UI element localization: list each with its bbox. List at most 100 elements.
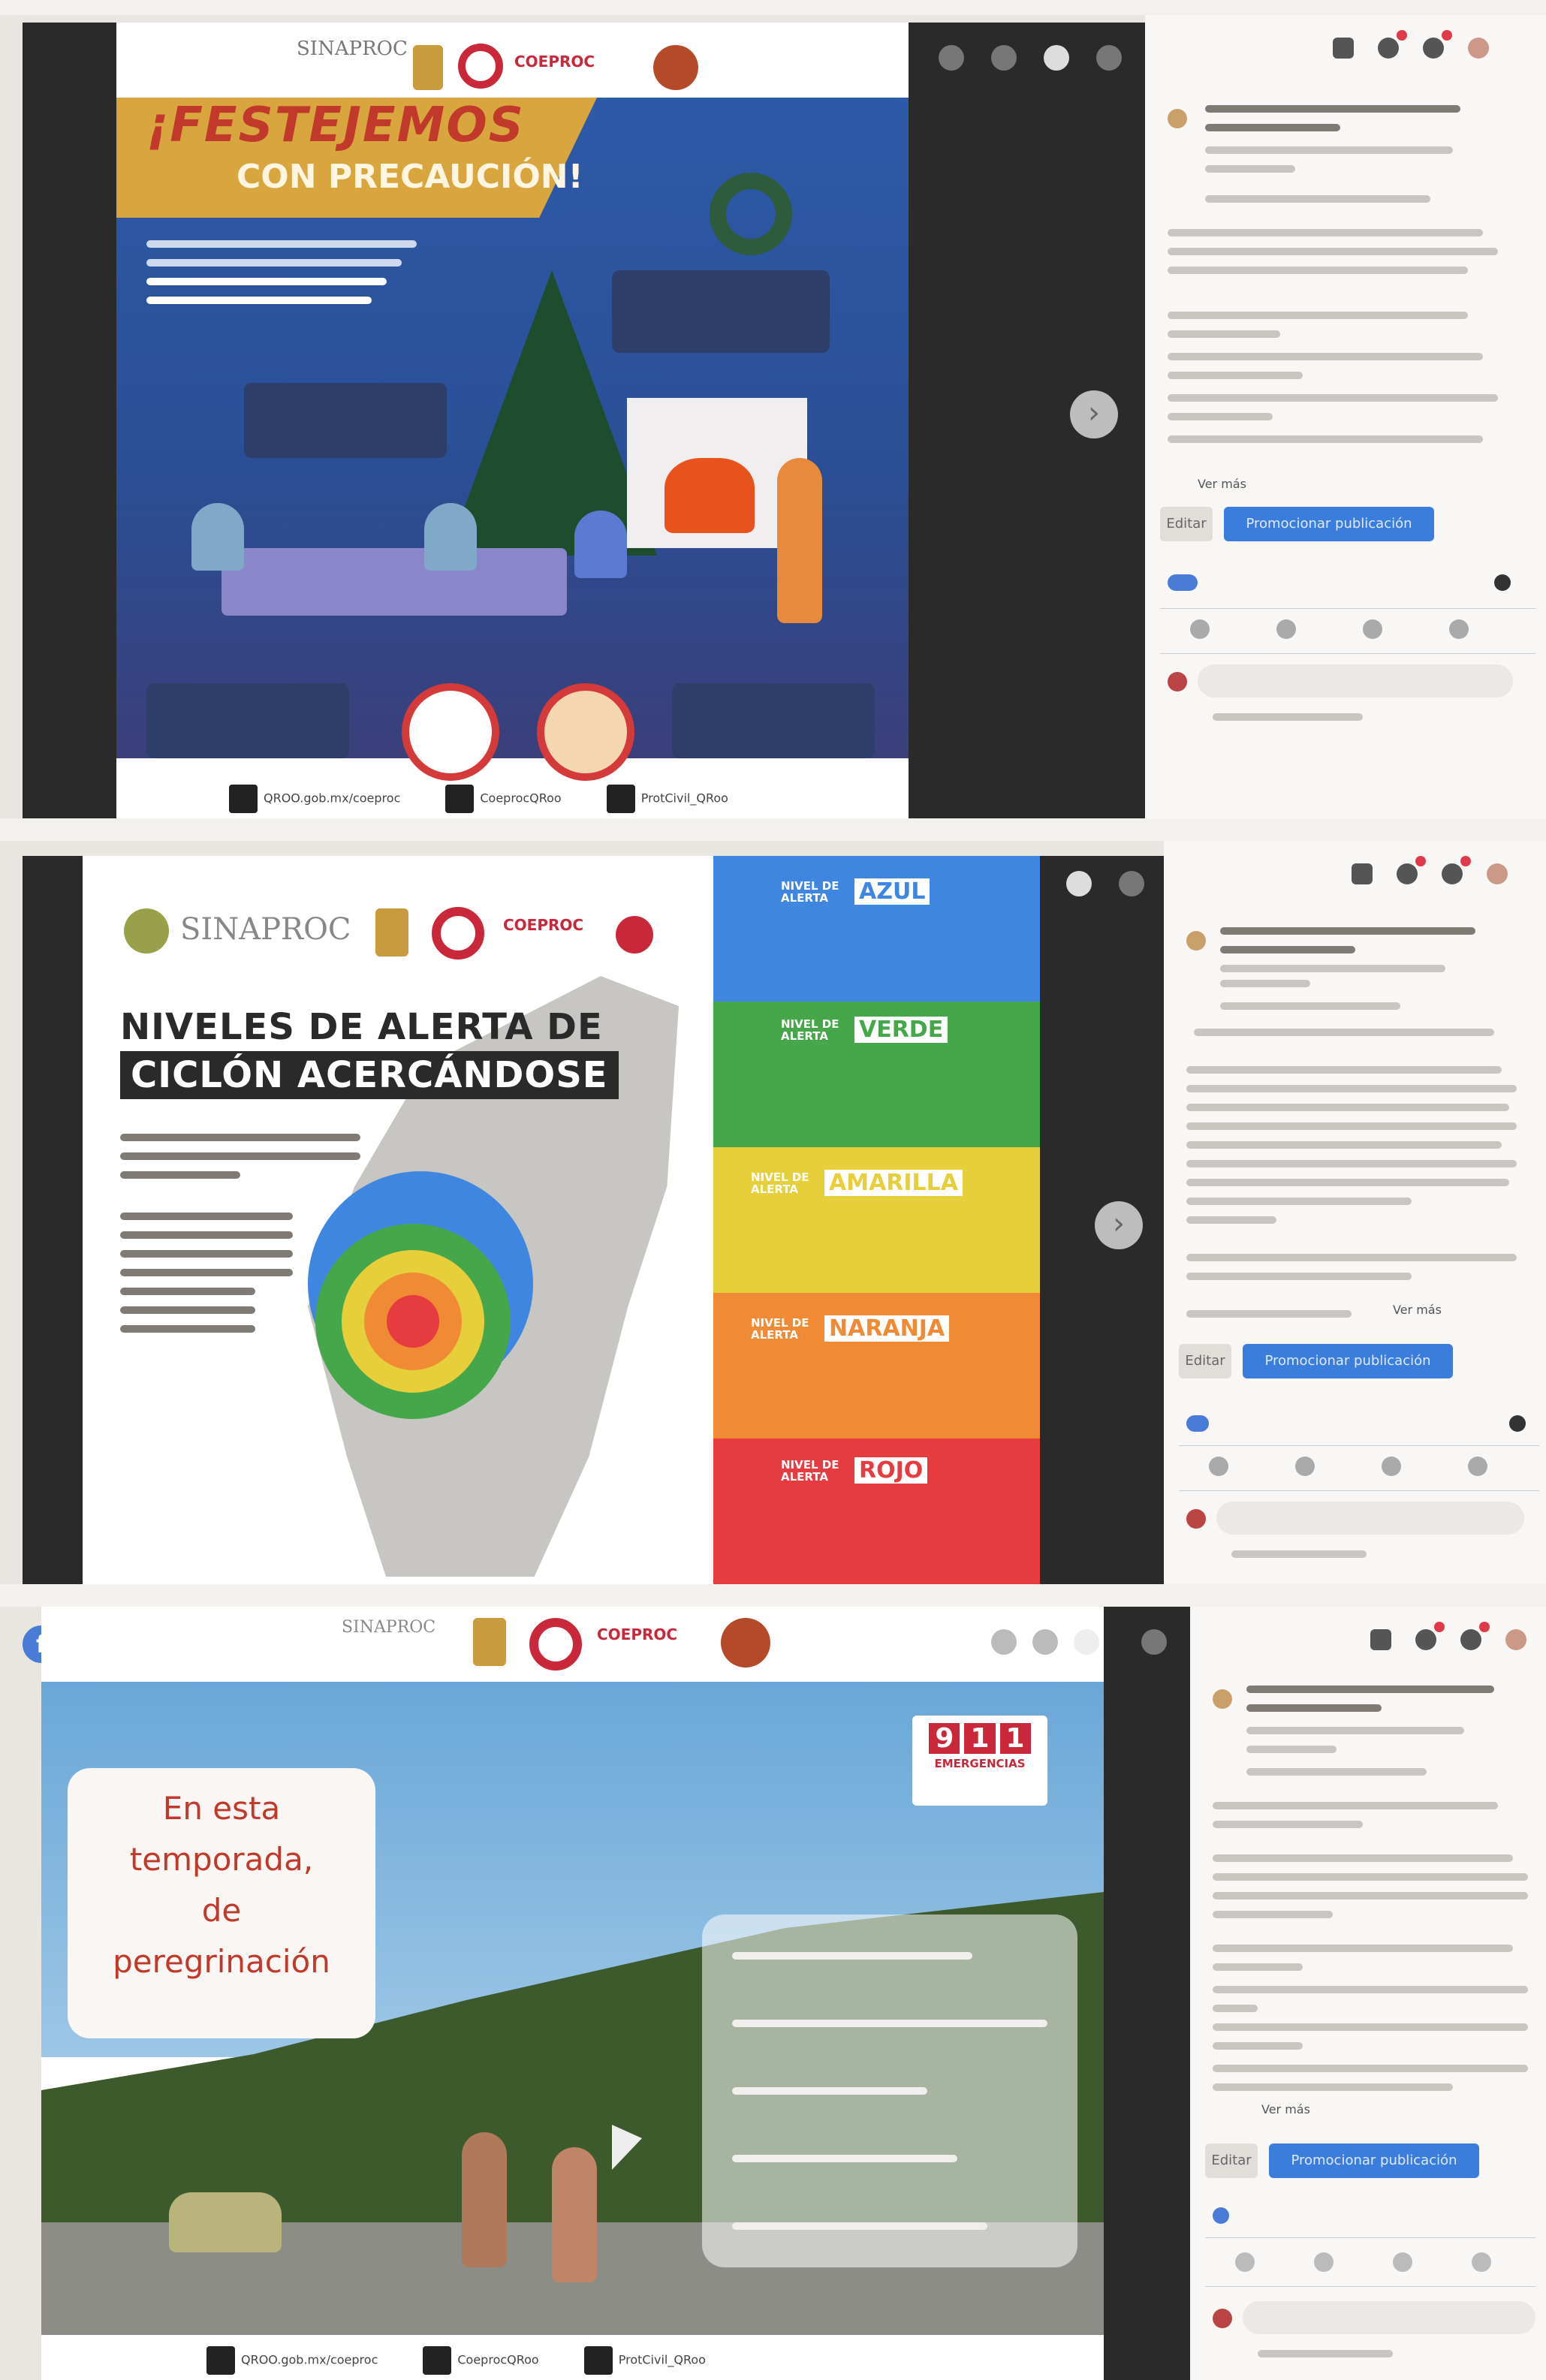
page-name[interactable] <box>1205 105 1460 113</box>
comment-icon[interactable] <box>1276 619 1296 639</box>
share-action-icon[interactable] <box>1468 1457 1487 1476</box>
edit-button[interactable]: Editar <box>1179 1344 1231 1378</box>
promote-post-button[interactable]: Promocionar publicación <box>1224 507 1434 541</box>
comment-input[interactable] <box>1243 2301 1535 2334</box>
messenger-icon[interactable] <box>1378 38 1399 59</box>
see-more-link[interactable]: Ver más <box>1198 477 1246 491</box>
logo-sinaproc: SINAPROC <box>342 1618 436 1637</box>
viewer-left-margin <box>23 23 116 818</box>
bell-icon[interactable] <box>1423 38 1444 59</box>
post-panel: Ver más Editar Promocionar publicación <box>1164 841 1546 1584</box>
notification-badge <box>1434 1622 1445 1632</box>
fullscreen-icon[interactable] <box>1119 871 1144 896</box>
poster-footer: QROO.gob.mx/coeproc CoeprocQRoo ProtCivi… <box>229 785 728 813</box>
share-icon[interactable] <box>1494 574 1511 591</box>
logo-shield-icon <box>413 45 443 90</box>
promote-post-button[interactable]: Promocionar publicación <box>1269 2144 1479 2178</box>
logo-seal-icon <box>616 916 653 954</box>
zoom-in-icon[interactable] <box>991 1629 1017 1655</box>
no-fireworks-icon <box>537 683 634 781</box>
see-more-link[interactable]: Ver más <box>1261 2102 1310 2116</box>
like-icon[interactable] <box>1235 2252 1255 2272</box>
viewer-right-margin <box>1104 1607 1190 2380</box>
youtube-icon <box>229 785 258 813</box>
page-name[interactable] <box>1246 1686 1494 1693</box>
edit-button[interactable]: Editar <box>1205 2144 1258 2178</box>
alert-name-rojo: ROJO <box>854 1457 928 1484</box>
alert-name-amarilla: AMARILLA <box>824 1170 963 1196</box>
share-action-icon[interactable] <box>1472 2252 1491 2272</box>
footer-youtube: QROO.gob.mx/coeproc <box>241 2352 378 2367</box>
cyclist-1 <box>462 2132 507 2267</box>
next-arrow-button[interactable]: › <box>1095 1201 1143 1249</box>
notification-badge <box>1397 30 1407 41</box>
poster-niveles: SINAPROC COEPROC NIVELES DE ALERTA DE CI… <box>83 856 1040 1584</box>
viewer-left-margin <box>23 856 83 1584</box>
alert-prefix: NIVEL DE ALERTA <box>751 1170 809 1196</box>
messenger-icon[interactable] <box>1397 863 1418 884</box>
bell-icon[interactable] <box>1460 1629 1481 1650</box>
notification-badge <box>1479 1622 1490 1632</box>
page-avatar[interactable] <box>1213 1689 1232 1709</box>
comment-input[interactable] <box>1198 664 1513 697</box>
see-more-link[interactable]: Ver más <box>1393 1303 1442 1317</box>
grid-icon[interactable] <box>1352 863 1373 884</box>
bell-icon[interactable] <box>1442 863 1463 884</box>
screenshot-festejemos: › SINAPROC COEPROC ¡FESTEJEMOS CON PRECA… <box>0 15 1546 818</box>
chair-center <box>424 503 477 571</box>
page-avatar[interactable] <box>1168 109 1187 128</box>
fullscreen-icon[interactable] <box>1096 45 1122 71</box>
post-text <box>1186 1066 1502 1074</box>
send-icon[interactable] <box>1363 619 1382 639</box>
messenger-icon[interactable] <box>1415 1629 1436 1650</box>
logo-coeproc: COEPROC <box>514 53 595 71</box>
profile-icon[interactable] <box>1487 863 1508 884</box>
zoom-out-icon[interactable] <box>1032 1629 1058 1655</box>
message-line2: temporada, <box>129 1841 314 1878</box>
comment-icon[interactable] <box>1314 2252 1334 2272</box>
promote-post-button[interactable]: Promocionar publicación <box>1243 1344 1453 1378</box>
grid-icon[interactable] <box>1370 1629 1391 1650</box>
send-icon[interactable] <box>1393 2252 1412 2272</box>
alert-level-verde: NIVEL DE ALERTA VERDE <box>713 1002 1040 1147</box>
facebook-icon <box>423 2346 452 2375</box>
send-icon[interactable] <box>1382 1457 1401 1476</box>
reactions-icon <box>1186 1415 1209 1432</box>
zoom-out-icon[interactable] <box>991 45 1017 71</box>
edit-button[interactable]: Editar <box>1160 507 1213 541</box>
screenshot-niveles-alerta: f › SINAPROC COEPROC NIVELES DE ALERTA D… <box>0 841 1546 1584</box>
comment-icon[interactable] <box>1295 1457 1315 1476</box>
poster-title-line1: NIVELES DE ALERTA DE <box>120 1006 603 1048</box>
tag-icon[interactable] <box>1044 45 1069 71</box>
share-action-icon[interactable] <box>1449 619 1469 639</box>
page-name[interactable] <box>1220 927 1475 935</box>
footer-facebook: CoeprocQRoo <box>457 2352 539 2367</box>
profile-icon[interactable] <box>1468 38 1489 59</box>
table <box>222 548 567 616</box>
logo-q-icon <box>529 1618 582 1671</box>
like-icon[interactable] <box>1190 619 1210 639</box>
share-icon[interactable] <box>1509 1415 1526 1432</box>
footer-twitter: ProtCivil_QRoo <box>640 791 728 806</box>
fullscreen-icon[interactable] <box>1141 1629 1167 1655</box>
profile-icon[interactable] <box>1505 1629 1526 1650</box>
logo-q-icon <box>458 44 503 89</box>
comment-input[interactable] <box>1216 1502 1524 1535</box>
logo-coeproc: COEPROC <box>503 916 584 934</box>
grid-icon[interactable] <box>1333 38 1354 59</box>
page-avatar[interactable] <box>1186 931 1206 950</box>
next-arrow-button[interactable]: › <box>1070 390 1118 438</box>
tag-icon[interactable] <box>1066 871 1092 896</box>
tag-icon[interactable] <box>1074 1629 1099 1655</box>
zoom-in-icon[interactable] <box>939 45 964 71</box>
poster-peregrinacion: SINAPROC COEPROC En esta temporada, de p… <box>41 1607 1104 2380</box>
reactions-icon <box>1213 2207 1229 2224</box>
digit-1b: 1 <box>999 1723 1031 1754</box>
tip-box-fireworks <box>672 683 875 758</box>
alert-prefix: NIVEL DE ALERTA <box>781 1017 839 1043</box>
emergency-label: EMERGENCIAS <box>934 1757 1026 1770</box>
alert-level-naranja: NIVEL DE ALERTA NARANJA <box>713 1293 1040 1439</box>
tips-box <box>702 1915 1077 2267</box>
logo-sinaproc: SINAPROC <box>180 912 351 947</box>
like-icon[interactable] <box>1209 1457 1228 1476</box>
